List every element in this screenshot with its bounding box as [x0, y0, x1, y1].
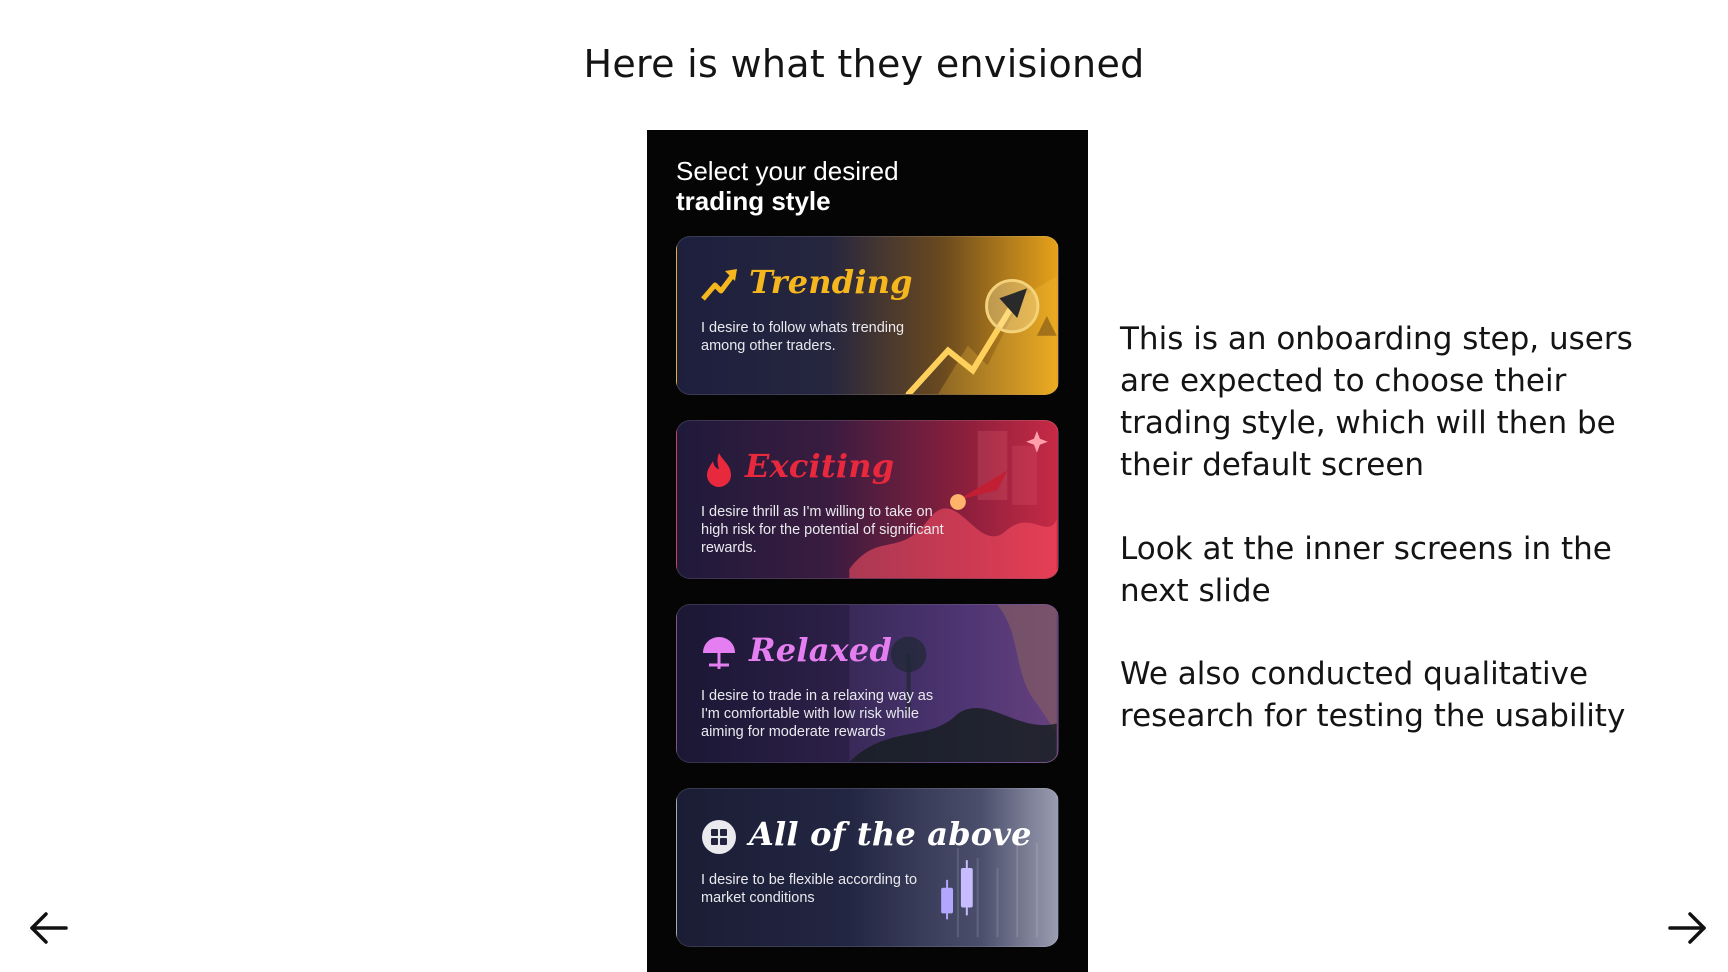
phone-mockup: Select your desired trading style Trendi… — [647, 130, 1088, 972]
trading-style-card-trending[interactable]: Trending I desire to follow whats trendi… — [676, 236, 1059, 395]
card-title: All of the above — [749, 815, 1032, 853]
trading-style-card-all[interactable]: All of the above I desire to be flexible… — [676, 788, 1059, 947]
card-description: I desire to follow whats trending among … — [701, 320, 905, 354]
arrow-right-icon[interactable] — [1666, 906, 1710, 950]
trending-artwork — [905, 276, 1057, 394]
card-description: I desire to be flexible according to mar… — [701, 872, 918, 906]
beach-umbrella-icon — [703, 637, 735, 669]
card-description: I desire thrill as I'm willing to take o… — [701, 504, 944, 556]
note-onboarding-step: This is an onboarding step, users are ex… — [1120, 321, 1633, 483]
note-inner-screens: Look at the inner screens in the next sl… — [1120, 531, 1612, 609]
phone-heading: Select your desired trading style — [676, 156, 899, 216]
phone-heading-line2: trading style — [676, 186, 831, 216]
card-title: Relaxed — [749, 631, 893, 669]
trading-style-card-exciting[interactable]: Exciting I desire thrill as I'm willing … — [676, 420, 1059, 579]
trading-style-card-relaxed[interactable]: Relaxed I desire to trade in a relaxing … — [676, 604, 1059, 763]
slide-title: Here is what they envisioned — [583, 42, 1145, 86]
card-title: Exciting — [745, 447, 895, 485]
card-title: Trending — [749, 263, 913, 301]
candlestick-artwork — [941, 838, 1038, 938]
card-description: I desire to trade in a relaxing way as I… — [701, 688, 934, 740]
flame-icon — [707, 453, 731, 487]
note-qualitative-research: We also conducted qualitative research f… — [1120, 656, 1626, 734]
arrow-left-icon[interactable] — [26, 906, 70, 950]
phone-heading-line1: Select your desired — [676, 156, 899, 186]
grid-icon — [702, 820, 736, 854]
trending-arrow-icon — [701, 269, 737, 301]
